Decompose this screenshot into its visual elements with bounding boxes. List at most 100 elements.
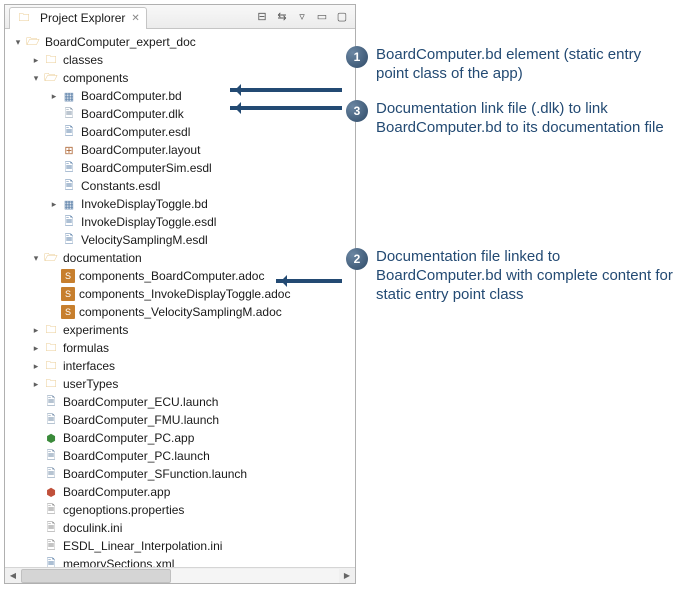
folder-icon: 🗀 [43, 376, 59, 392]
callout-text: BoardComputer.bd element (static entry p… [376, 46, 676, 84]
annotation-callout-3: 3Documentation link file (.dlk) to link … [346, 100, 676, 138]
tree-item-label: BoardComputer_FMU.launch [63, 413, 219, 427]
folder-experiments[interactable]: 🗀experiments [5, 321, 355, 339]
project-root[interactable]: 🗁BoardComputer_expert_doc [5, 33, 355, 51]
file-boardcomputer-pc-launch[interactable]: 🗎BoardComputer_PC.launch [5, 447, 355, 465]
tree-item-label: BoardComputerSim.esdl [81, 161, 212, 175]
annotation-arrow [230, 88, 342, 92]
expand-toggle[interactable] [29, 253, 43, 264]
xml-icon: 🗎 [43, 556, 59, 567]
tree-item-label: BoardComputer.dlk [81, 107, 184, 121]
folder-icon: 🗀 [43, 52, 59, 68]
app-icon: ⬢ [43, 430, 59, 446]
tree-item-label: doculink.ini [63, 521, 122, 535]
file-constants-esdl[interactable]: 🗎Constants.esdl [5, 177, 355, 195]
file-esdl-linear-interpolation-ini[interactable]: 🗎 ESDL_Linear_Interpolation.ini [5, 537, 355, 555]
launch-icon: 🗎 [43, 394, 59, 410]
callout-text: Documentation link file (.dlk) to link B… [376, 100, 676, 138]
folder-interfaces[interactable]: 🗀interfaces [5, 357, 355, 375]
tree-item-label: InvokeDisplayToggle.bd [81, 197, 208, 211]
folder-components[interactable]: 🗁 components [5, 69, 355, 87]
annotation-arrow [230, 106, 342, 110]
tree-item-label: cgenoptions.properties [63, 503, 184, 517]
expand-toggle[interactable] [11, 37, 25, 48]
file-memorysections-xml[interactable]: 🗎 memorySections.xml [5, 555, 355, 567]
link-with-editor-button[interactable]: ⇆ [273, 8, 291, 26]
expand-toggle[interactable] [47, 91, 61, 102]
view-menu-button[interactable]: ▿ [293, 8, 311, 26]
adoc-icon: S [61, 269, 75, 283]
maximize-button[interactable]: ▢ [333, 8, 351, 26]
scroll-right-button[interactable]: ▶ [339, 569, 355, 583]
minimize-button[interactable]: ▭ [313, 8, 331, 26]
tree-item-label: BoardComputer_ECU.launch [63, 395, 218, 409]
tree-item-label: interfaces [63, 359, 115, 373]
file-boardcomputer-esdl[interactable]: 🗎 BoardComputer.esdl [5, 123, 355, 141]
app2-icon: ⬢ [43, 484, 59, 500]
file-boardcomputer-fmu-launch[interactable]: 🗎BoardComputer_FMU.launch [5, 411, 355, 429]
launch-icon: 🗎 [43, 448, 59, 464]
annotation-callout-2: 2 Documentation file linked to BoardCompu… [346, 248, 676, 304]
bd-icon: ▦ [61, 88, 77, 104]
tree-item-label: experiments [63, 323, 128, 337]
esdl-icon: 🗎 [61, 178, 77, 194]
scroll-left-button[interactable]: ◀ [5, 569, 21, 583]
folder-formulas[interactable]: 🗀formulas [5, 339, 355, 357]
tree-item-label: ESDL_Linear_Interpolation.ini [63, 539, 222, 553]
esdl-icon: 🗎 [61, 160, 77, 176]
expand-toggle[interactable] [29, 55, 43, 66]
file-boardcomputer-app[interactable]: ⬢ BoardComputer.app [5, 483, 355, 501]
tree-item-label: BoardComputer_SFunction.launch [63, 467, 247, 481]
expand-toggle[interactable] [29, 361, 43, 372]
scroll-track[interactable] [21, 569, 339, 583]
file-velocitysamplingm-esdl[interactable]: 🗎VelocitySamplingM.esdl [5, 231, 355, 249]
tree-item-label: components [63, 71, 128, 85]
file-boardcomputer-ecu-launch[interactable]: 🗎 BoardComputer_ECU.launch [5, 393, 355, 411]
file-invokedisplaytoggle-esdl[interactable]: 🗎InvokeDisplayToggle.esdl [5, 213, 355, 231]
tree-item-label: BoardComputer.esdl [81, 125, 190, 139]
navigator-icon: 🗀 [16, 10, 32, 26]
folder-classes[interactable]: 🗀 classes [5, 51, 355, 69]
expand-toggle[interactable] [29, 325, 43, 336]
file-components-velocitysamplingm-adoc[interactable]: Scomponents_VelocitySamplingM.adoc [5, 303, 355, 321]
folder-open-icon: 🗁 [43, 250, 59, 266]
tree-item-label: InvokeDisplayToggle.esdl [81, 215, 216, 229]
callout-text: Documentation file linked to BoardComput… [376, 248, 676, 304]
horizontal-scrollbar[interactable]: ◀ ▶ [5, 567, 355, 583]
tab-project-explorer[interactable]: 🗀 Project Explorer ✕ [9, 7, 147, 29]
file-boardcomputer-layout[interactable]: ⊞BoardComputer.layout [5, 141, 355, 159]
file-boardcomputer-sfunction-launch[interactable]: 🗎BoardComputer_SFunction.launch [5, 465, 355, 483]
tree-item-label: classes [63, 53, 103, 67]
tab-title: Project Explorer [40, 11, 125, 25]
expand-toggle[interactable] [29, 73, 43, 84]
file-doculink-ini[interactable]: 🗎 doculink.ini [5, 519, 355, 537]
collapse-all-button[interactable]: ⊟ [253, 8, 271, 26]
tree-item-label: BoardComputer.app [63, 485, 170, 499]
folder-usertypes[interactable]: 🗀 userTypes [5, 375, 355, 393]
callout-number-badge: 2 [346, 248, 368, 270]
file-invokedisplaytoggle-bd[interactable]: ▦ InvokeDisplayToggle.bd [5, 195, 355, 213]
tree-item-label: memorySections.xml [63, 557, 174, 567]
annotation-callout-1: 1BoardComputer.bd element (static entry … [346, 46, 676, 84]
scroll-thumb[interactable] [21, 569, 171, 583]
adoc-icon: S [61, 305, 75, 319]
tree-item-label: formulas [63, 341, 109, 355]
esdl-icon: 🗎 [61, 124, 77, 140]
expand-toggle[interactable] [47, 199, 61, 210]
file-boardcomputersim-esdl[interactable]: 🗎 BoardComputerSim.esdl [5, 159, 355, 177]
file-boardcomputer-pc-app[interactable]: ⬢ BoardComputer_PC.app [5, 429, 355, 447]
close-icon[interactable]: ✕ [131, 13, 139, 24]
expand-toggle[interactable] [29, 379, 43, 390]
ini-icon: 🗎 [43, 520, 59, 536]
tree-item-label: VelocitySamplingM.esdl [81, 233, 208, 247]
ini-icon: 🗎 [43, 538, 59, 554]
tree-item-label: userTypes [63, 377, 118, 391]
file-components-invokedisplaytoggle-adoc[interactable]: Scomponents_InvokeDisplayToggle.adoc [5, 285, 355, 303]
prop-icon: 🗎 [43, 502, 59, 518]
file-cgenoptions-properties[interactable]: 🗎 cgenoptions.properties [5, 501, 355, 519]
folder-open-icon: 🗁 [43, 70, 59, 86]
bd-icon: ▦ [61, 196, 77, 212]
tree-item-label: BoardComputer_PC.app [63, 431, 194, 445]
expand-toggle[interactable] [29, 343, 43, 354]
folder-documentation[interactable]: 🗁documentation [5, 249, 355, 267]
